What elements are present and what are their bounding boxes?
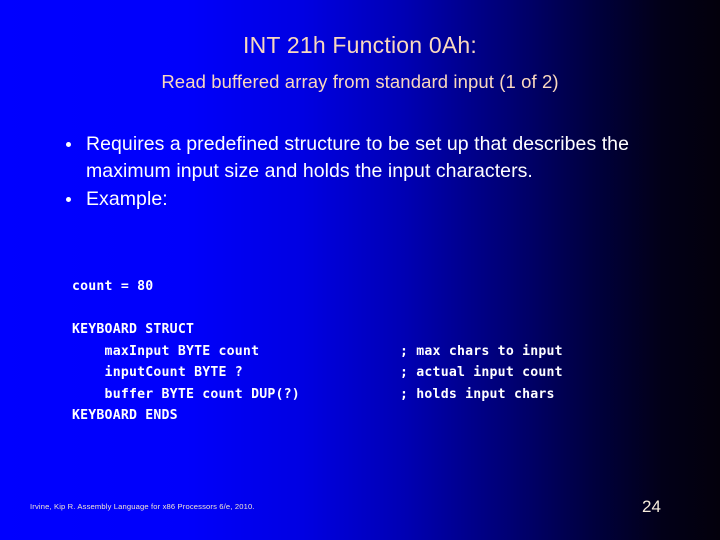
code-comment: ; max chars to input bbox=[400, 343, 563, 359]
bullet-list: Requires a predefined structure to be se… bbox=[60, 131, 640, 213]
code-text: buffer BYTE count DUP(?) bbox=[72, 386, 300, 402]
page-subtitle: Read buffered array from standard input … bbox=[161, 71, 559, 92]
bullet-dot-icon bbox=[66, 197, 71, 202]
code-block: count = 80 KEYBOARD STRUCT maxInput BYTE … bbox=[72, 276, 563, 427]
code-text: maxInput BYTE count bbox=[72, 343, 260, 359]
code-comment: ; holds input chars bbox=[400, 386, 555, 402]
bullet-dot-icon bbox=[66, 142, 71, 147]
code-line: maxInput BYTE count ; max chars to input bbox=[72, 341, 563, 363]
code-line: KEYBOARD STRUCT bbox=[72, 319, 300, 341]
code-line: count = 80 bbox=[72, 276, 300, 298]
code-text: KEYBOARD ENDS bbox=[72, 408, 178, 423]
code-line: buffer BYTE count DUP(?) ; holds input ch… bbox=[72, 384, 555, 406]
bullet-item: Example: bbox=[60, 186, 640, 213]
footer-citation: Irvine, Kip R. Assembly Language for x86… bbox=[30, 502, 255, 511]
code-text: inputCount BYTE ? bbox=[72, 365, 243, 380]
bullet-text: Requires a predefined structure to be se… bbox=[86, 133, 629, 182]
code-comment: ; actual input count bbox=[400, 365, 563, 380]
presentation-slide: INT 21h Function 0Ah: Read buffered arra… bbox=[0, 0, 720, 540]
code-text: KEYBOARD STRUCT bbox=[72, 322, 195, 337]
page-title: INT 21h Function 0Ah: bbox=[243, 32, 477, 58]
code-line: KEYBOARD ENDS bbox=[72, 405, 300, 427]
bullet-item: Requires a predefined structure to be se… bbox=[60, 131, 640, 185]
page-number: 24 bbox=[642, 497, 661, 516]
bullet-text: Example: bbox=[86, 188, 168, 210]
title-block: INT 21h Function 0Ah: Read buffered arra… bbox=[0, 30, 720, 95]
code-line: inputCount BYTE ? ; actual input count bbox=[72, 362, 563, 384]
code-text: count = 80 bbox=[72, 279, 154, 294]
